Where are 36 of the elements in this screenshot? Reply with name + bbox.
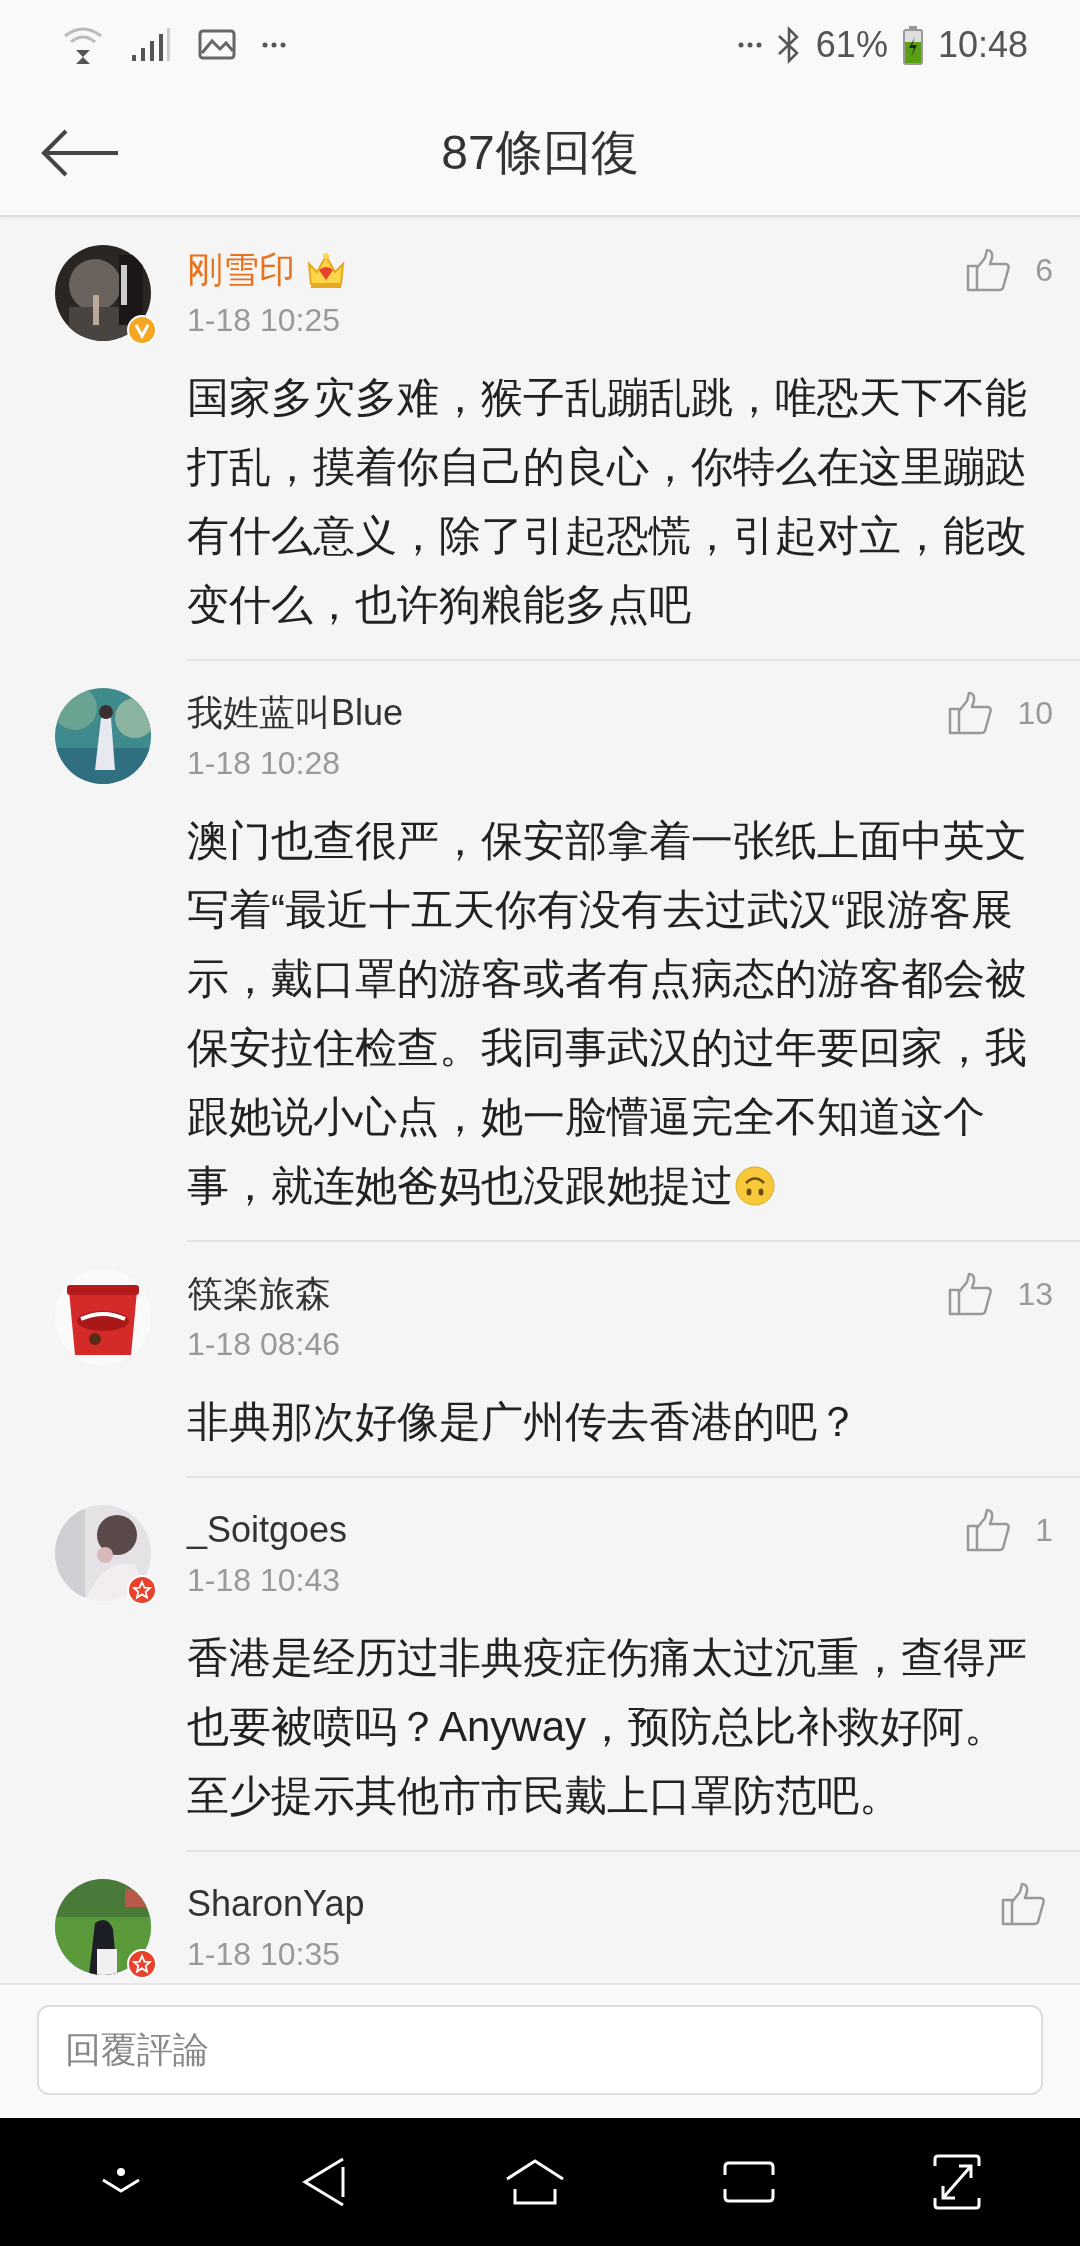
comment-text: 香港是经历过非典疫症伤痛太过沉重，查得严也要被喷吗？Anyway，预防总比补救好阿。至少提示其他市市民戴上口罩防范吧。 (187, 1634, 1027, 1819)
like-count: 13 (1017, 1275, 1053, 1313)
page-title: 87條回復 (441, 124, 639, 181)
reply-input-field[interactable]: 回覆評論 (37, 2005, 1043, 2095)
recent-apps-icon[interactable] (723, 2161, 775, 2203)
comment-text: 非典那次好像是广州传去香港的吧？ (187, 1398, 859, 1445)
comment-text: 澳门也查很严，保安部拿着一张纸上面中英文写着“最近十五天你有没有去过武汉“跟游客展示，戴口罩的游客或者有点病态的游客都会被保安拉住检查。我同事武汉的过年要回家，我跟她说小心点，她一脸懵逼完全不知道这个事，就连她爸妈也没跟她提过 (187, 817, 1027, 1209)
comment-text: 国家多灾多难，猴子乱蹦乱跳，唯恐天下不能打乱，摸着你自己的良心，你特么在这里蹦跶有什么意义，除了引起恐慌，引起对立，能改变什么，也许狗粮能多点吧 (187, 374, 1027, 628)
user-name[interactable]: 筷楽旅森 (187, 1269, 331, 1319)
comment-time: 1-18 10:25 (187, 301, 341, 340)
comment-time: 1-18 10:35 (187, 1935, 341, 1974)
user-name[interactable]: SharonYap (187, 1883, 365, 1925)
battery-percent: 61% (815, 25, 888, 65)
expand-icon[interactable] (933, 2154, 981, 2210)
user-name[interactable]: _Soitgoes (187, 1509, 348, 1551)
comment-time: 1-18 10:43 (187, 1561, 341, 1600)
thumbs-up-icon[interactable] (947, 691, 994, 735)
thumbs-up-icon[interactable] (947, 1272, 994, 1316)
like-count: 10 (1017, 694, 1053, 732)
user-name[interactable]: 我姓蓝叫Blue (187, 688, 404, 738)
like-count: 1 (1035, 1511, 1053, 1549)
back-icon[interactable] (301, 2157, 347, 2207)
like-count: 6 (1035, 251, 1053, 289)
thumbs-up-icon[interactable] (965, 1508, 1012, 1552)
comment-time: 1-18 10:28 (187, 744, 341, 783)
back-button[interactable] (40, 128, 120, 178)
clock-time: 10:48 (937, 25, 1028, 65)
comment-time: 1-18 08:46 (187, 1325, 341, 1364)
signal-icon (130, 27, 172, 63)
battery-charging-icon (901, 25, 924, 65)
thumbs-up-icon[interactable] (965, 248, 1012, 292)
more-icon (262, 41, 286, 49)
more-icon (737, 41, 762, 49)
thumbs-up-icon[interactable] (1000, 1882, 1046, 1926)
image-icon (198, 29, 236, 61)
home-icon[interactable] (505, 2159, 565, 2205)
